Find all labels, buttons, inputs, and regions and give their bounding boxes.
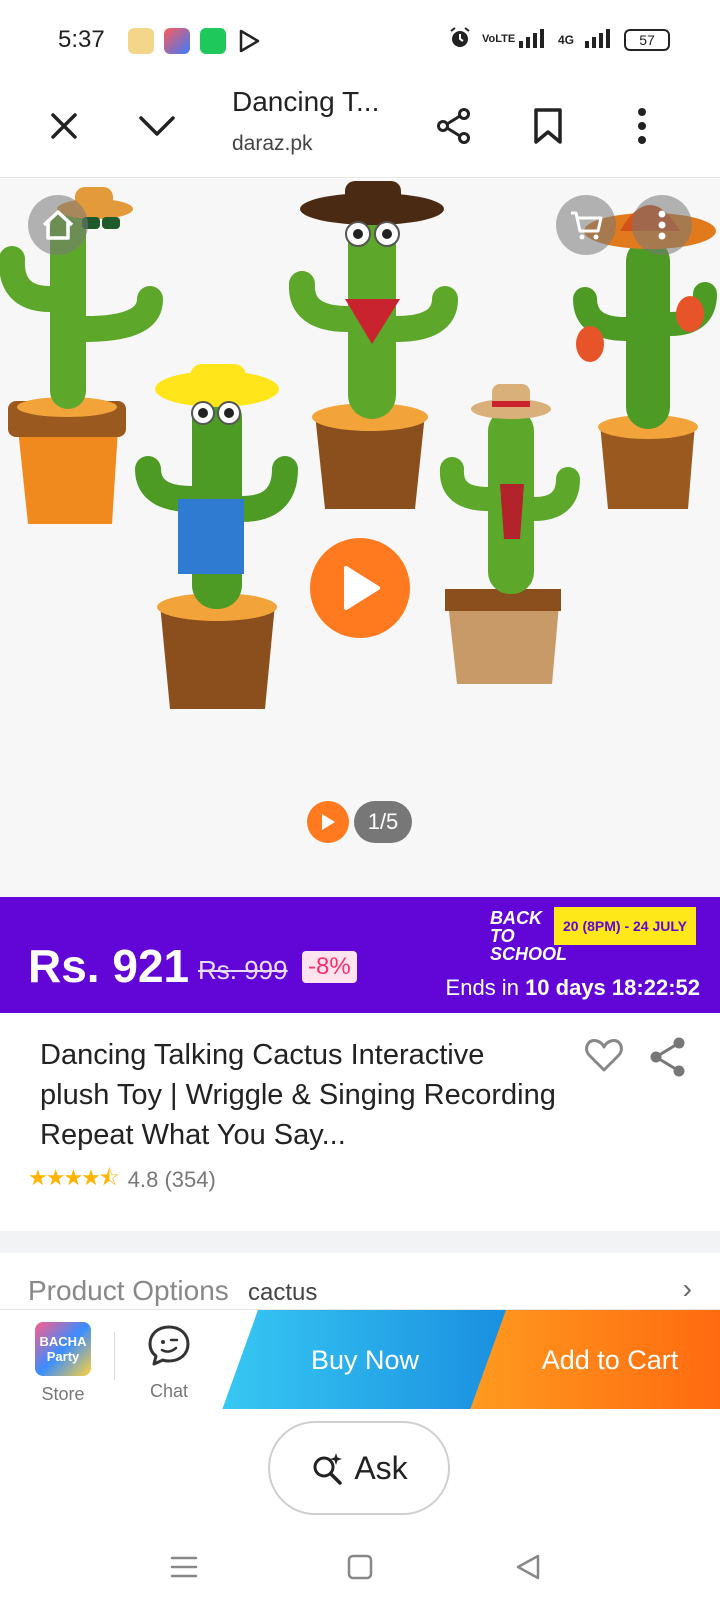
browser-toolbar: Dancing T... daraz.pk <box>0 80 720 178</box>
cart-button[interactable] <box>556 195 616 255</box>
product-image <box>0 181 717 709</box>
rating-value: 4.8 <box>127 1167 159 1192</box>
app-notification-icon <box>128 28 154 54</box>
chat-icon <box>148 1325 190 1366</box>
options-label: Product Options <box>28 1275 229 1306</box>
status-bar: 5:37 VoLTE 4G 57 <box>0 0 720 80</box>
action-divider <box>114 1332 115 1380</box>
store-button[interactable]: BACHA Party Store <box>28 1322 98 1405</box>
ask-area: Ask <box>0 1409 720 1529</box>
close-icon <box>51 113 77 139</box>
sale-countdown: Ends in 10 days 18:22:52 <box>446 975 700 1001</box>
home-nav-button[interactable] <box>340 1547 380 1587</box>
system-icons: VoLTE 4G 57 <box>448 26 670 53</box>
photos-notification-icon <box>164 28 190 54</box>
countdown-days: 10 days <box>525 975 606 1000</box>
home-icon <box>42 210 74 240</box>
chevron-right-icon: › <box>682 1273 692 1304</box>
chat-label: Chat <box>149 1381 189 1401</box>
bottom-action-bar: BACHA Party Store Chat Buy Now Add to Ca… <box>0 1309 720 1410</box>
promo-dates: 20 (8PM) - 24 JULY <box>554 907 696 945</box>
product-options-row[interactable]: Product Options cactus › <box>0 1253 720 1309</box>
price-banner: BACK TO SCHOOL 20 (8PM) - 24 JULY Rs. 92… <box>0 897 720 1013</box>
options-value: cactus <box>248 1279 318 1306</box>
share-product-button[interactable] <box>648 1035 688 1079</box>
cart-icon <box>571 211 603 240</box>
share-icon <box>650 1037 685 1077</box>
volte-indicator: VoLTE <box>481 33 516 45</box>
countdown-prefix: Ends in <box>445 975 519 1000</box>
battery-icon: 57 <box>624 28 670 51</box>
signal-icon-2 <box>584 27 614 52</box>
current-price: Rs. 921 <box>28 940 190 992</box>
more-vertical-icon <box>638 108 646 144</box>
more-options-button[interactable] <box>618 102 666 150</box>
square-icon <box>347 1554 373 1580</box>
original-price: Rs. 999 <box>198 955 288 985</box>
page-title: Dancing T... <box>232 86 380 117</box>
share-page-button[interactable] <box>430 102 478 150</box>
minimize-button[interactable] <box>133 102 181 150</box>
add-to-cart-button[interactable]: Add to Cart <box>470 1310 720 1410</box>
menu-icon <box>170 1556 198 1578</box>
page-domain: daraz.pk <box>232 132 313 155</box>
pager-video-indicator[interactable] <box>307 801 349 843</box>
gallery-more-button[interactable] <box>632 195 692 255</box>
play-store-notification-icon <box>236 28 262 54</box>
ask-label: Ask <box>354 1449 408 1486</box>
product-info: Dancing Talking Cactus Interactive plush… <box>0 1013 720 1231</box>
status-time: 5:37 <box>58 26 105 53</box>
notification-icons <box>128 28 262 54</box>
ai-search-icon <box>313 1453 343 1485</box>
image-counter: 1/5 <box>354 801 412 843</box>
cactus-cowboy <box>288 181 458 509</box>
review-count: (354) <box>164 1167 216 1192</box>
store-label: Store <box>41 1384 85 1404</box>
calculator-notification-icon <box>200 28 226 54</box>
play-video-button[interactable] <box>310 538 410 638</box>
ask-button[interactable]: Ask <box>268 1421 450 1515</box>
cactus-yellow-hat <box>135 364 298 709</box>
more-vertical-icon <box>658 210 666 240</box>
close-button[interactable] <box>40 102 88 150</box>
bookmark-button[interactable] <box>524 102 572 150</box>
share-icon <box>437 108 470 144</box>
heart-icon <box>585 1038 623 1072</box>
chevron-down-icon <box>139 116 175 136</box>
rating-stars-icon: ★★★★⯪ <box>28 1165 120 1190</box>
signal-icon <box>518 27 548 52</box>
back-triangle-icon <box>516 1554 540 1580</box>
section-divider <box>0 1231 720 1253</box>
play-icon <box>344 566 380 610</box>
product-rating[interactable]: ★★★★⯪ 4.8 (354) <box>28 1161 216 1199</box>
network-type: 4G <box>557 32 574 47</box>
product-title: Dancing Talking Cactus Interactive plush… <box>40 1039 556 1151</box>
chat-button[interactable]: Chat <box>134 1324 204 1402</box>
countdown-time: 18:22:52 <box>611 975 700 1000</box>
product-image-gallery[interactable]: 1/5 <box>0 179 720 897</box>
bookmark-icon <box>534 108 562 144</box>
promo-label: BACK TO SCHOOL <box>490 908 568 964</box>
wishlist-button[interactable] <box>584 1037 624 1077</box>
cactus-straw-hat <box>439 384 580 684</box>
home-button[interactable] <box>28 195 88 255</box>
recent-apps-button[interactable] <box>164 1547 204 1587</box>
discount-badge: -8% <box>302 951 357 983</box>
back-nav-button[interactable] <box>508 1547 548 1587</box>
alarm-icon <box>448 26 472 53</box>
buy-now-button[interactable]: Buy Now <box>222 1310 508 1410</box>
system-navigation-bar <box>0 1529 720 1604</box>
play-icon <box>322 814 335 830</box>
store-logo: BACHA Party <box>35 1322 91 1376</box>
